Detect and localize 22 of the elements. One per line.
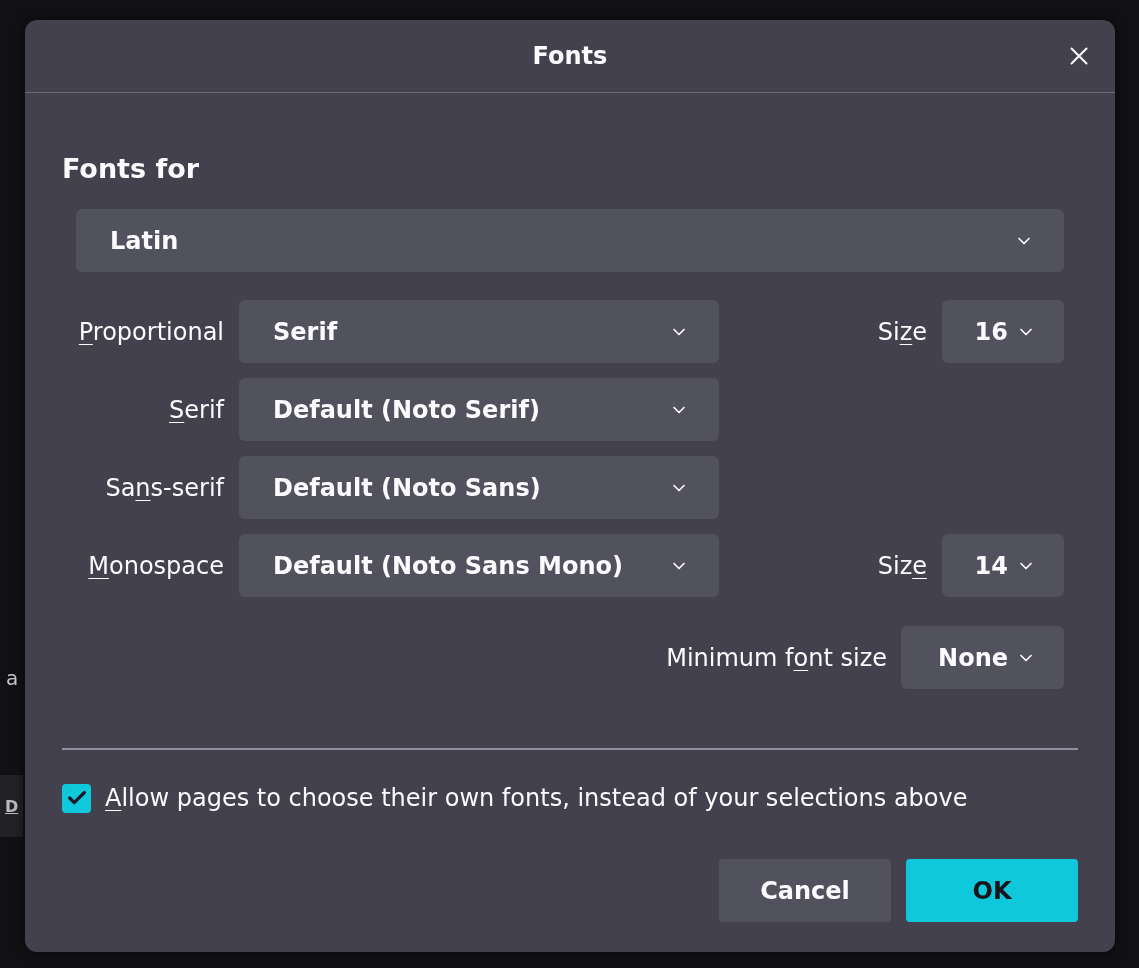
script-dropdown[interactable]: Latin: [76, 209, 1064, 272]
field-label: Sans-serif: [104, 473, 224, 502]
size-label: Size: [877, 317, 927, 346]
size-dropdown[interactable]: None: [901, 626, 1064, 689]
field-label: Monospace: [87, 551, 224, 580]
cancel-button[interactable]: Cancel: [719, 859, 891, 922]
size-label: Size: [877, 551, 927, 580]
field-label: Proportional: [77, 317, 224, 346]
font-dropdown[interactable]: Default (Noto Sans): [239, 456, 719, 519]
size-dropdown[interactable]: 16: [942, 300, 1064, 363]
field-label: Serif: [168, 395, 224, 424]
dialog-title: Fonts: [532, 42, 608, 70]
ok-button[interactable]: OK: [906, 859, 1078, 922]
font-dropdown[interactable]: Default (Noto Serif): [239, 378, 719, 441]
field-label: Minimum font size: [666, 643, 887, 672]
font-dropdown[interactable]: Serif: [239, 300, 719, 363]
background-text: a: [6, 666, 19, 690]
checkbox[interactable]: [62, 783, 91, 813]
section-heading: Fonts for: [62, 152, 201, 186]
checkbox-label: Allow pages to choose their own fonts, instead of your selections above: [105, 784, 968, 812]
font-dropdown[interactable]: Default (Noto Sans Mono): [239, 534, 719, 597]
size-dropdown[interactable]: 14: [942, 534, 1064, 597]
